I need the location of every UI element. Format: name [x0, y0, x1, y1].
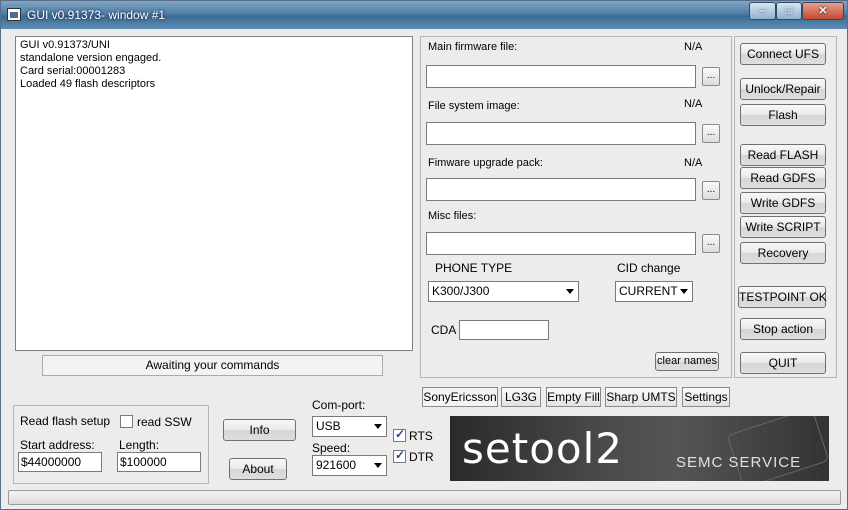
write-script-button[interactable]: Write SCRIPT	[740, 216, 826, 238]
phone-type-label: PHONE TYPE	[435, 261, 513, 275]
upgrade-pack-label: Fimware upgrade pack:	[428, 157, 543, 169]
cid-change-label: CID change	[617, 261, 681, 275]
speed-value: 921600	[316, 458, 357, 472]
phone-type-value: K300/J300	[432, 284, 490, 298]
tab-sonyericsson[interactable]: SonyEricsson	[422, 387, 498, 407]
log-output[interactable]: GUI v0.91373/UNI standalone version enga…	[15, 36, 413, 351]
speed-label: Speed:	[312, 441, 351, 455]
file-system-browse-button[interactable]: ...	[702, 124, 720, 143]
comport-select[interactable]: USB	[312, 416, 387, 437]
rts-label: RTS	[409, 429, 433, 443]
cid-change-select[interactable]: CURRENT	[615, 281, 693, 302]
chevron-down-icon	[374, 424, 382, 429]
recovery-button[interactable]: Recovery	[740, 242, 826, 264]
minimize-icon: –	[759, 5, 766, 17]
tab-settings[interactable]: Settings	[682, 387, 730, 407]
chevron-down-icon	[374, 463, 382, 468]
log-line: Loaded 49 flash descriptors	[20, 78, 156, 90]
close-icon: ✕	[818, 5, 828, 17]
upgrade-pack-input[interactable]	[426, 178, 696, 201]
tab-sharp-umts[interactable]: Sharp UMTS	[605, 387, 677, 407]
info-button[interactable]: Info	[223, 419, 296, 441]
phone-graphic	[726, 416, 829, 481]
misc-files-browse-button[interactable]: ...	[702, 234, 720, 253]
window-title: GUI v0.91373- window #1	[27, 8, 166, 22]
tab-lg3g[interactable]: LG3G	[501, 387, 541, 407]
main-firmware-value: N/A	[684, 41, 703, 53]
comport-label: Com-port:	[312, 398, 366, 412]
read-ssw-checkbox[interactable]	[120, 415, 133, 428]
read-flash-setup-title: Read flash setup	[20, 414, 111, 428]
chevron-down-icon	[566, 289, 574, 294]
upgrade-pack-value: N/A	[684, 157, 703, 169]
main-firmware-browse-button[interactable]: ...	[702, 67, 720, 86]
start-address-label: Start address:	[20, 438, 95, 452]
title-bar[interactable]: GUI v0.91373- window #1 – □ ✕	[1, 1, 847, 29]
length-input[interactable]	[117, 452, 201, 472]
write-gdfs-button[interactable]: Write GDFS	[740, 192, 826, 214]
comport-value: USB	[316, 419, 341, 433]
tab-empty-fill[interactable]: Empty Fill	[546, 387, 601, 407]
cda-input[interactable]	[459, 320, 549, 340]
speed-select[interactable]: 921600	[312, 455, 387, 476]
file-system-input[interactable]	[426, 122, 696, 145]
read-ssw-label: read SSW	[137, 415, 192, 429]
dtr-label: DTR	[409, 450, 434, 464]
unlock-repair-button[interactable]: Unlock/Repair	[740, 78, 826, 100]
misc-files-input[interactable]	[426, 232, 696, 255]
file-system-label: File system image:	[428, 100, 520, 112]
minimize-button[interactable]: –	[749, 2, 776, 20]
misc-files-label: Misc files:	[428, 210, 477, 222]
read-flash-button[interactable]: Read FLASH	[740, 144, 826, 166]
maximize-icon: □	[785, 5, 793, 17]
about-button[interactable]: About	[229, 458, 287, 480]
file-system-value: N/A	[684, 98, 703, 110]
cda-label: CDA	[431, 323, 457, 337]
cid-change-value: CURRENT	[619, 284, 678, 298]
clear-names-button[interactable]: clear names	[655, 352, 719, 371]
length-label: Length:	[119, 438, 160, 452]
progress-bar	[8, 490, 841, 505]
log-line: GUI v0.91373/UNI	[20, 39, 110, 51]
setool-banner: setool2 SEMC SERVICE	[450, 416, 829, 481]
start-address-input[interactable]	[18, 452, 102, 472]
quit-button[interactable]: QUIT	[740, 352, 826, 374]
maximize-button[interactable]: □	[776, 2, 802, 20]
rts-checkbox[interactable]	[393, 427, 406, 442]
testpoint-ok-button[interactable]: TESTPOINT OK	[738, 286, 827, 308]
close-button[interactable]: ✕	[802, 2, 844, 20]
main-firmware-input[interactable]	[426, 65, 696, 88]
dtr-checkbox[interactable]	[393, 448, 406, 463]
main-firmware-label: Main firmware file:	[428, 41, 518, 53]
banner-subtitle: SEMC SERVICE	[676, 454, 802, 471]
connect-ufs-button[interactable]: Connect UFS	[740, 43, 826, 65]
log-line: Card serial:00001283	[20, 65, 126, 77]
banner-logo-text: setool2	[462, 424, 623, 473]
status-text: Awaiting your commands	[42, 355, 383, 376]
upgrade-pack-browse-button[interactable]: ...	[702, 181, 720, 200]
phone-type-select[interactable]: K300/J300	[428, 281, 579, 302]
app-icon[interactable]	[7, 8, 21, 21]
stop-action-button[interactable]: Stop action	[740, 318, 826, 340]
app-window: GUI v0.91373- window #1 – □ ✕ GUI v0.913…	[0, 0, 848, 510]
chevron-down-icon	[680, 289, 688, 294]
flash-button[interactable]: Flash	[740, 104, 826, 126]
read-gdfs-button[interactable]: Read GDFS	[740, 167, 826, 189]
log-line: standalone version engaged.	[20, 52, 162, 64]
